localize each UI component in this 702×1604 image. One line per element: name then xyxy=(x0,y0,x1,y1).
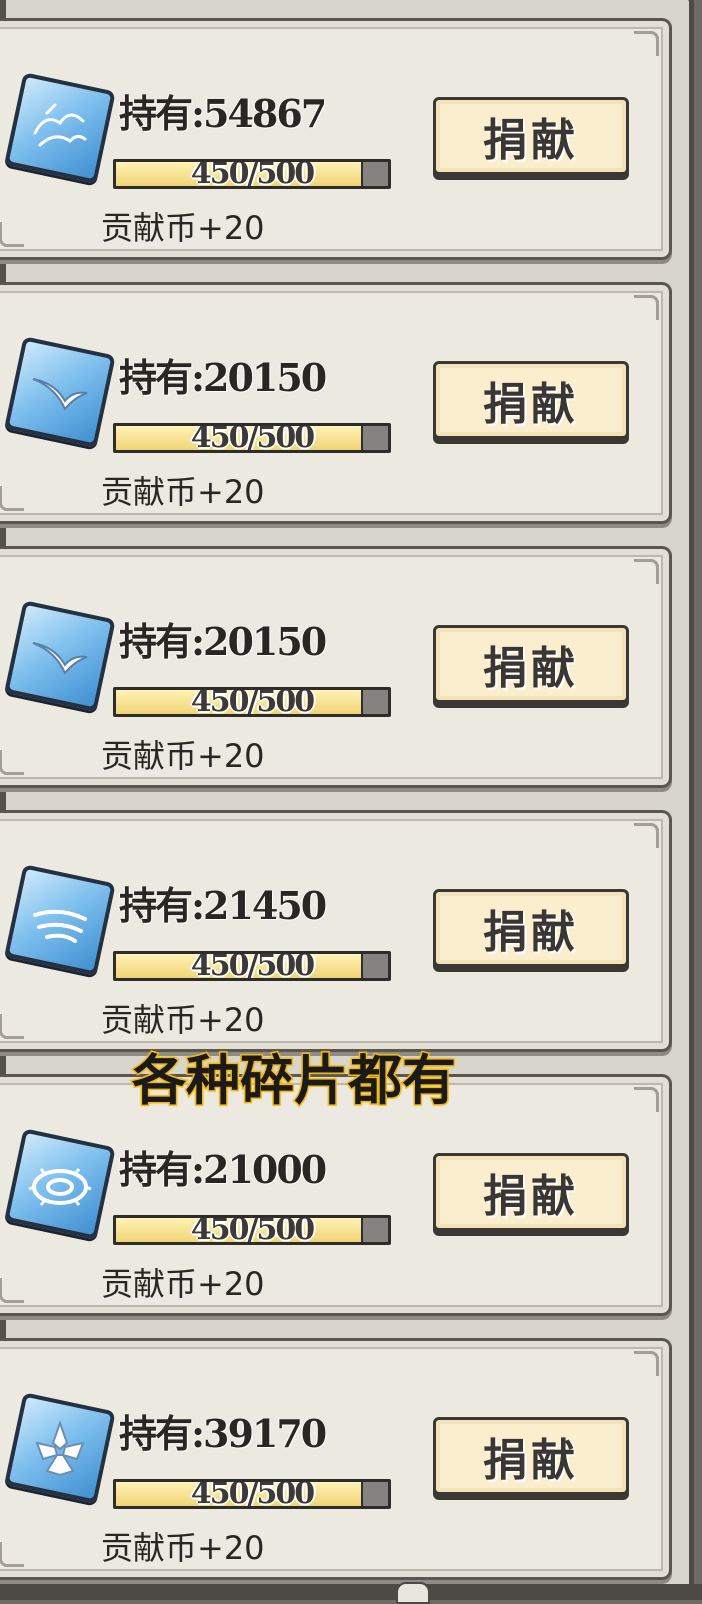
donation-card: 持有:21450 450/500 贡献币+20 捐献 xyxy=(0,810,672,1052)
bird-wing-icon xyxy=(4,336,116,448)
progress-bar: 450/500 xyxy=(113,423,391,453)
owned-count: 持有:20150 xyxy=(119,619,327,664)
progress-text: 450/500 xyxy=(190,1215,315,1245)
donate-button-label: 捐献 xyxy=(483,643,579,694)
donate-button[interactable]: 捐献 xyxy=(433,1153,629,1231)
progress-bar: 450/500 xyxy=(113,1479,391,1509)
donate-button-label: 捐献 xyxy=(483,115,579,166)
owned-count: 持有:20150 xyxy=(119,355,327,400)
progress-text: 450/500 xyxy=(190,423,315,453)
donate-button[interactable]: 捐献 xyxy=(433,97,629,175)
bottom-trim xyxy=(0,1584,702,1600)
donate-button[interactable]: 捐献 xyxy=(433,1417,629,1495)
owned-count: 持有:39170 xyxy=(119,1411,327,1456)
reward-label: 贡献币+20 xyxy=(101,1529,265,1567)
donate-button-label: 捐献 xyxy=(483,379,579,430)
progress-text: 450/500 xyxy=(190,951,315,981)
donate-button-label: 捐献 xyxy=(483,1435,579,1486)
progress-text: 450/500 xyxy=(190,159,315,189)
reward-label: 贡献币+20 xyxy=(101,737,265,775)
bird-wing-icon xyxy=(4,600,116,712)
cloud-pattern-icon xyxy=(4,72,116,184)
gear-ring-icon xyxy=(4,1128,116,1240)
owned-count: 持有:21450 xyxy=(119,883,327,928)
progress-bar: 450/500 xyxy=(113,687,391,717)
donation-card: 持有:20150 450/500 贡献币+20 捐献 xyxy=(0,546,672,788)
reward-label: 贡献币+20 xyxy=(101,209,265,247)
bottom-handle xyxy=(396,1582,430,1604)
wind-streak-icon xyxy=(4,864,116,976)
overlay-caption: 各种碎片都有 xyxy=(131,1048,458,1114)
reward-label: 贡献币+20 xyxy=(101,1001,265,1039)
owned-count: 持有:21000 xyxy=(119,1147,327,1192)
progress-bar: 450/500 xyxy=(113,1215,391,1245)
donate-button[interactable]: 捐献 xyxy=(433,625,629,703)
donate-button[interactable]: 捐献 xyxy=(433,361,629,439)
progress-bar: 450/500 xyxy=(113,159,391,189)
donation-card: 持有:39170 450/500 贡献币+20 捐献 xyxy=(0,1338,672,1580)
progress-text: 450/500 xyxy=(190,1479,315,1509)
donate-button-label: 捐献 xyxy=(483,907,579,958)
donate-button-label: 捐献 xyxy=(483,1171,579,1222)
owned-count: 持有:54867 xyxy=(119,91,327,136)
donation-card: 持有:54867 450/500 贡献币+20 捐献 xyxy=(0,18,672,260)
progress-text: 450/500 xyxy=(190,687,315,717)
donate-button[interactable]: 捐献 xyxy=(433,889,629,967)
reward-label: 贡献币+20 xyxy=(101,1265,265,1303)
progress-bar: 450/500 xyxy=(113,951,391,981)
donation-card: 持有:20150 450/500 贡献币+20 捐献 xyxy=(0,282,672,524)
reward-label: 贡献币+20 xyxy=(101,473,265,511)
crystal-flower-icon xyxy=(4,1392,116,1504)
